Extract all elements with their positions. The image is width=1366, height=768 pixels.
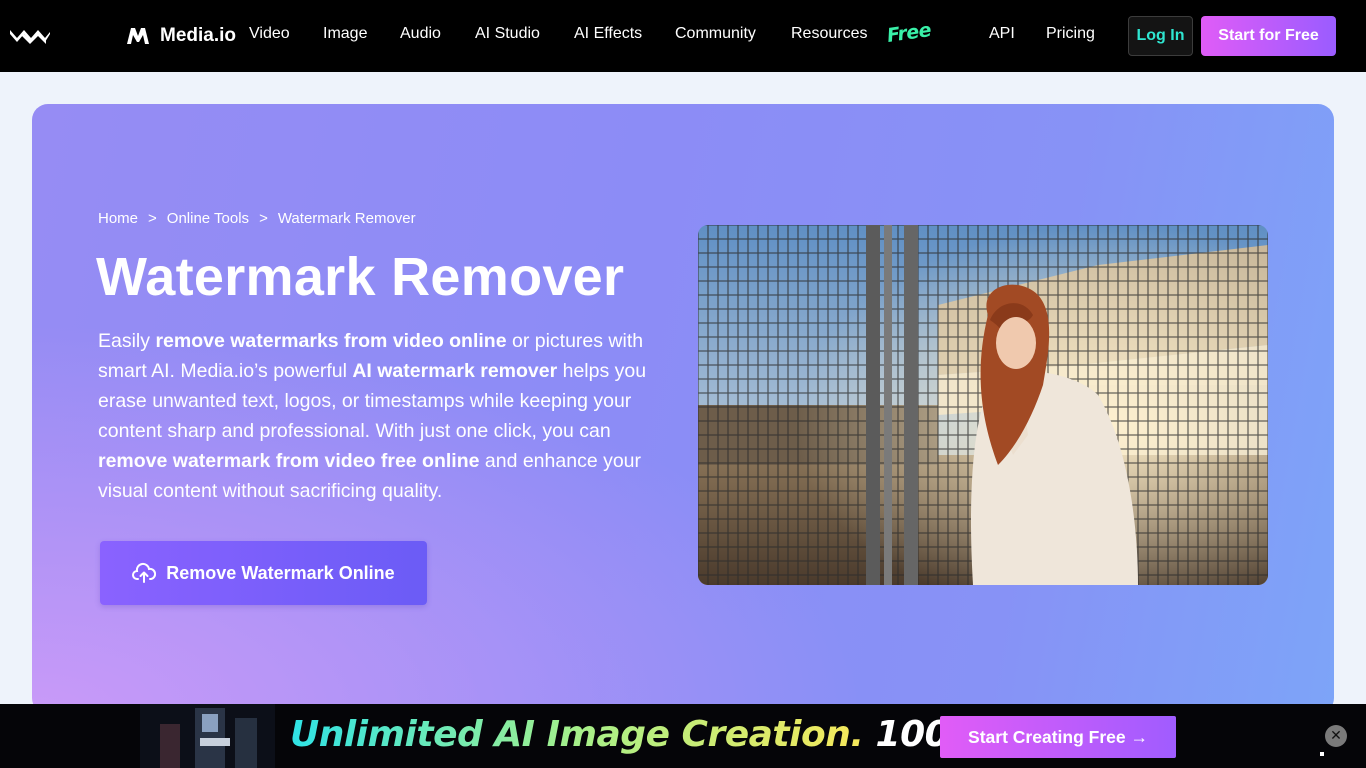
page-title: Watermark Remover [96,247,625,307]
desc-text: Easily [98,330,156,352]
nav-item-community[interactable]: Community [675,25,756,43]
banner-thumbnail-image [140,704,275,768]
nav-item-ai-studio[interactable]: AI Studio [475,25,540,43]
cta-label: Remove Watermark Online [166,562,395,583]
desc-bold-text: AI watermark remover [352,360,558,382]
breadcrumb-online-tools[interactable]: Online Tools [167,210,249,227]
nav-item-api[interactable]: API [989,25,1015,43]
hero-demo-image [698,225,1268,585]
nav-item-video[interactable]: Video [249,25,290,43]
media-io-logo-icon [127,28,149,44]
media-io-brand[interactable]: Media.io [124,22,236,50]
desc-bold-text: remove watermark from video free online [98,450,480,472]
breadcrumb-separator: > [148,210,157,227]
cloud-upload-icon [132,562,157,583]
woman-behind-fence-image [698,225,1268,585]
start-for-free-button[interactable]: Start for Free [1201,16,1336,56]
breadcrumb-separator: > [259,210,268,227]
breadcrumb-home[interactable]: Home [98,210,138,227]
breadcrumb: Home > Online Tools > Watermark Remover [98,210,416,227]
remove-watermark-online-button[interactable]: Remove Watermark Online [100,541,427,605]
close-icon[interactable]: ✕ [1325,725,1347,747]
free-tag[interactable]: Free [886,19,933,47]
desc-bold-text: remove watermarks from video online [155,330,507,352]
nav-item-image[interactable]: Image [323,25,367,43]
decorative-dot [1320,752,1324,756]
brand-name: Media.io [160,25,237,46]
start-creating-free-button[interactable]: Start Creating Free → [940,716,1176,758]
nav-item-audio[interactable]: Audio [400,25,441,43]
nav-item-pricing[interactable]: Pricing [1046,25,1095,43]
login-button[interactable]: Log In [1128,16,1193,56]
breadcrumb-current: Watermark Remover [277,210,416,227]
promo-banner: Unlimited AI Image Creation. 100% FREE! … [0,704,1366,768]
nav-item-resources[interactable]: Resources [791,25,867,43]
hero-section: Home > Online Tools > Watermark Remover … [32,104,1334,714]
hero-description: Easily remove watermarks from video onli… [98,326,678,506]
nav-item-ai-effects[interactable]: AI Effects [574,25,642,43]
banner-highlight-text: Unlimited AI Image Creation. [290,714,864,755]
wondershare-logo-icon[interactable] [8,24,52,48]
top-nav: Media.io Video Image Audio AI Studio AI … [0,0,1366,72]
